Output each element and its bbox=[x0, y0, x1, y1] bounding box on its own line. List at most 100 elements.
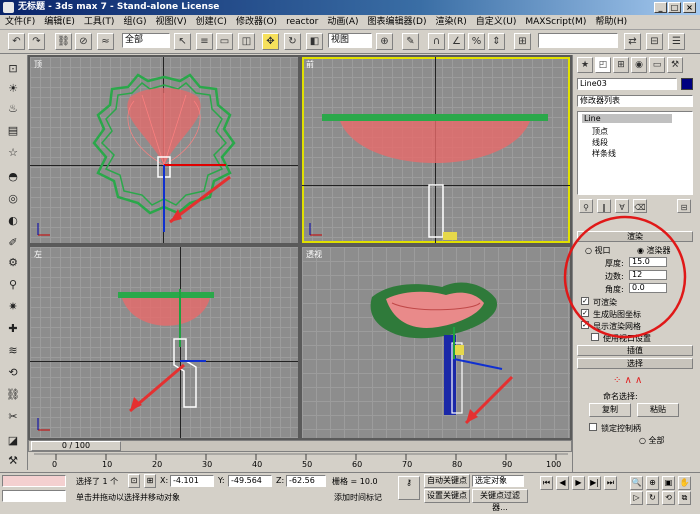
lock-handles-checkbox[interactable] bbox=[589, 423, 597, 431]
auto-key-button[interactable]: 自动关键点 bbox=[424, 474, 470, 488]
utilities-tab-icon[interactable]: ⚒ bbox=[667, 57, 683, 73]
named-selection-field[interactable] bbox=[538, 33, 618, 48]
menu-maxscript[interactable]: MAXScript(M) bbox=[525, 17, 586, 27]
menu-create[interactable]: 创建(C) bbox=[196, 17, 227, 27]
utility-icon[interactable]: ⚒ bbox=[4, 453, 22, 469]
object-color-swatch[interactable] bbox=[681, 78, 693, 90]
clip-icon[interactable]: ✂ bbox=[4, 409, 22, 425]
display-tab-icon[interactable]: ▭ bbox=[649, 57, 665, 73]
time-slider[interactable]: 0 / 100 bbox=[28, 440, 572, 452]
all-radio[interactable]: ○ 全部 bbox=[639, 435, 665, 446]
zoom-icon[interactable]: 🔍 bbox=[630, 476, 643, 490]
configure-sets-icon[interactable]: ⊟ bbox=[677, 199, 691, 213]
zoom-all-icon[interactable]: ⊕ bbox=[646, 476, 659, 490]
percent-snap-icon[interactable]: % bbox=[468, 33, 485, 50]
key-icon[interactable]: ⚷ bbox=[398, 476, 420, 500]
create-tab-icon[interactable]: ★ bbox=[577, 57, 593, 73]
cylinder-icon[interactable]: ◎ bbox=[4, 191, 22, 207]
rotate-view-icon[interactable]: ⟲ bbox=[4, 365, 22, 381]
orbit-icon[interactable]: ↻ bbox=[646, 491, 659, 505]
select-by-name-icon[interactable]: ≡ bbox=[196, 33, 213, 50]
tube-icon[interactable]: ◐ bbox=[4, 213, 22, 229]
viewport-left[interactable]: 左 bbox=[30, 247, 298, 438]
remove-modifier-icon[interactable]: ⌫ bbox=[633, 199, 647, 213]
spline-icon[interactable]: ◓ bbox=[4, 169, 22, 185]
paste-button[interactable]: 粘贴 bbox=[637, 403, 679, 417]
undo-icon[interactable]: ↶ bbox=[8, 33, 25, 50]
select-scale-icon[interactable]: ◧ bbox=[306, 33, 323, 50]
modifier-list-dropdown[interactable]: 修改器列表 bbox=[577, 95, 693, 107]
menu-customize[interactable]: 自定义(U) bbox=[476, 17, 517, 27]
add-time-tag[interactable]: 添加时间标记 bbox=[334, 492, 382, 503]
menu-rendering[interactable]: 渲染(R) bbox=[435, 17, 466, 27]
window-crossing-icon[interactable]: ◫ bbox=[238, 33, 255, 50]
max-toggle-icon[interactable]: ⧉ bbox=[678, 491, 691, 505]
select-manipulate-icon[interactable]: ✎ bbox=[402, 33, 419, 50]
box-icon[interactable]: ▤ bbox=[4, 123, 22, 139]
selection-filter-dropdown[interactable]: 全部 bbox=[122, 33, 170, 48]
spinner-snap-icon[interactable]: ⇕ bbox=[488, 33, 505, 50]
layer-manager-icon[interactable]: ☰ bbox=[668, 33, 685, 50]
goto-end-icon[interactable]: ⏭ bbox=[604, 476, 617, 490]
transform-mode-icon[interactable]: ⊞ bbox=[144, 474, 156, 488]
sub-object-icons[interactable]: ⁘ ∧ ∧ bbox=[613, 375, 642, 386]
set-key-button[interactable]: 设置关键点 bbox=[424, 489, 470, 503]
display-icon[interactable]: ◪ bbox=[4, 433, 22, 449]
next-frame-icon[interactable]: ▶| bbox=[588, 476, 601, 490]
fov-icon[interactable]: ▷ bbox=[630, 491, 643, 505]
stack-item-vertex[interactable]: 顶点 bbox=[592, 126, 608, 137]
light-icon[interactable]: ☀ bbox=[4, 81, 22, 97]
viewport-top[interactable]: 顶 bbox=[30, 57, 298, 243]
modify-tab-icon[interactable]: ◰ bbox=[595, 57, 611, 73]
menu-file[interactable]: 文件(F) bbox=[5, 17, 35, 27]
spacewarp-icon[interactable]: ≋ bbox=[4, 343, 22, 359]
play-icon[interactable]: ▶ bbox=[572, 476, 585, 490]
angle-snap-icon[interactable]: ∠ bbox=[448, 33, 465, 50]
maxscript-mini[interactable] bbox=[2, 490, 66, 502]
time-slider-thumb[interactable]: 0 / 100 bbox=[31, 441, 121, 451]
y-coord-field[interactable]: -49.564 bbox=[228, 475, 272, 487]
goto-start-icon[interactable]: ⏮ bbox=[540, 476, 553, 490]
ref-coord-dropdown[interactable]: 视图 bbox=[328, 33, 372, 48]
selected-sel-dropdown[interactable]: 选定对象 bbox=[472, 475, 524, 487]
rect-selection-icon[interactable]: ▭ bbox=[216, 33, 233, 50]
viewport-front[interactable]: 前 bbox=[302, 57, 570, 243]
menu-group[interactable]: 组(G) bbox=[123, 17, 146, 27]
align-icon[interactable]: ⊟ bbox=[646, 33, 663, 50]
select-rotate-icon[interactable]: ↻ bbox=[284, 33, 301, 50]
viewport-perspective[interactable]: 透视 bbox=[302, 247, 570, 438]
edit-named-sel-icon[interactable]: ⊞ bbox=[514, 33, 531, 50]
show-end-result-icon[interactable]: ‖ bbox=[597, 199, 611, 213]
menu-help[interactable]: 帮助(H) bbox=[595, 17, 627, 27]
selection-rollout-header[interactable]: 选择 bbox=[577, 358, 693, 369]
close-button[interactable]: × bbox=[683, 2, 696, 13]
gear-icon[interactable]: ⚙ bbox=[4, 255, 22, 271]
pivot-center-icon[interactable]: ⊕ bbox=[376, 33, 393, 50]
star-icon[interactable]: ☆ bbox=[4, 145, 22, 161]
unlink-icon[interactable]: ⊘ bbox=[75, 33, 92, 50]
pin-stack-icon[interactable]: ⚲ bbox=[579, 199, 593, 213]
stack-root[interactable]: Line bbox=[582, 114, 672, 123]
stack-item-spline[interactable]: 样条线 bbox=[592, 148, 616, 159]
bind-space-warp-icon[interactable]: ≈ bbox=[97, 33, 114, 50]
pen-icon[interactable]: ✐ bbox=[4, 235, 22, 251]
minimize-button[interactable]: _ bbox=[654, 2, 667, 13]
menu-views[interactable]: 视图(V) bbox=[155, 17, 186, 27]
snap-toggle-icon[interactable]: ∩ bbox=[428, 33, 445, 50]
lock-icon[interactable]: ⊡ bbox=[4, 61, 22, 77]
particle-icon[interactable]: ✷ bbox=[4, 299, 22, 315]
zoom-extents-icon[interactable]: ▣ bbox=[662, 476, 675, 490]
menu-graph-editors[interactable]: 图表编辑器(D) bbox=[368, 17, 427, 27]
object-name-field[interactable]: Line03 bbox=[577, 78, 677, 90]
track-bar[interactable]: 0 10 20 30 40 50 60 70 80 90 100 bbox=[28, 452, 572, 472]
modifier-stack[interactable]: Line 顶点 线段 样条线 bbox=[577, 111, 693, 195]
link-icon[interactable]: ⛓ bbox=[4, 387, 22, 403]
teapot-icon[interactable]: ♨ bbox=[4, 101, 22, 117]
menu-edit[interactable]: 编辑(E) bbox=[44, 17, 75, 27]
select-link-icon[interactable]: ⛓ bbox=[55, 33, 72, 50]
menu-reactor[interactable]: reactor bbox=[286, 17, 318, 27]
lock-selection-icon[interactable]: ⊡ bbox=[128, 474, 140, 488]
helper-icon[interactable]: ✚ bbox=[4, 321, 22, 337]
mirror-icon[interactable]: ⇄ bbox=[624, 33, 641, 50]
menu-modifiers[interactable]: 修改器(O) bbox=[236, 17, 277, 27]
